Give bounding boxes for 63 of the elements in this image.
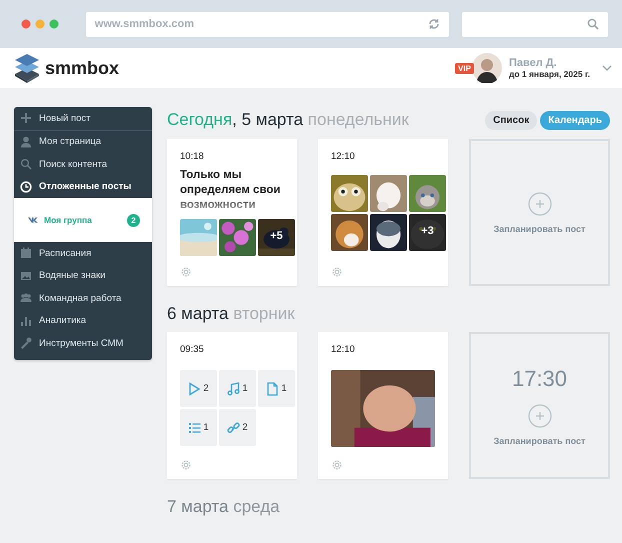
schedule-label: Запланировать пост bbox=[494, 436, 586, 446]
attachment-tile[interactable]: 1 bbox=[219, 370, 256, 407]
settings-icon[interactable] bbox=[331, 459, 343, 471]
search-icon[interactable] bbox=[587, 18, 599, 30]
image-icon bbox=[20, 270, 32, 282]
sidebar-item[interactable]: Инструменты СММ bbox=[14, 332, 152, 354]
chevron-down-icon[interactable] bbox=[602, 65, 612, 71]
people-icon bbox=[20, 292, 32, 304]
post-count-badge: 2 bbox=[127, 214, 140, 226]
more-count: +3 bbox=[420, 225, 435, 237]
post-card[interactable]: 12:10 bbox=[318, 332, 448, 479]
reload-icon[interactable] bbox=[428, 18, 440, 30]
plus-icon bbox=[20, 112, 32, 124]
post-card[interactable]: 12:10 +3 bbox=[318, 139, 448, 286]
sidebar-item[interactable]: Поиск контента bbox=[14, 153, 152, 176]
day-heading: 6 марта вторник bbox=[167, 304, 295, 324]
play-icon bbox=[188, 382, 202, 396]
person-icon bbox=[20, 136, 32, 148]
post-time: 12:10 bbox=[331, 344, 356, 355]
post-time: 10:18 bbox=[180, 151, 205, 162]
settings-icon[interactable] bbox=[180, 266, 192, 278]
bar-chart-icon bbox=[20, 314, 32, 327]
day-heading: 7 марта среда bbox=[167, 497, 280, 517]
attachment-tile[interactable]: 2 bbox=[219, 409, 256, 446]
sidebar-item[interactable]: Расписания bbox=[14, 242, 152, 264]
view-toggle-button[interactable]: Список bbox=[485, 110, 538, 130]
search-icon bbox=[20, 158, 32, 170]
document-icon bbox=[266, 382, 280, 396]
add-icon[interactable] bbox=[528, 404, 552, 428]
attachment-tile[interactable]: 2 bbox=[180, 370, 217, 407]
calendar-icon bbox=[20, 247, 32, 260]
logo-icon[interactable] bbox=[14, 53, 40, 83]
post-card[interactable]: 10:18 Только мы определяем свои возможности +5 bbox=[167, 139, 297, 286]
post-time: 12:10 bbox=[331, 151, 356, 162]
settings-icon[interactable] bbox=[331, 266, 343, 278]
clock-icon bbox=[20, 180, 32, 193]
day-heading: Сегодня, 5 марта понедельник bbox=[167, 110, 409, 130]
more-count: +5 bbox=[269, 230, 284, 242]
music-note-icon bbox=[227, 382, 240, 396]
settings-icon[interactable] bbox=[180, 459, 192, 471]
search-field[interactable] bbox=[462, 12, 608, 36]
post-time: 09:35 bbox=[180, 344, 205, 355]
sidebar-item[interactable]: Аналитика bbox=[14, 310, 152, 332]
subscription-text: до 1 января, 2025 г. bbox=[508, 69, 590, 79]
sidebar-item[interactable]: Новый пост bbox=[14, 107, 152, 130]
add-icon[interactable] bbox=[528, 192, 552, 216]
attachment-tile[interactable]: 1 bbox=[180, 409, 217, 446]
attachment-tile[interactable]: 1 bbox=[258, 370, 295, 407]
post-title: Только мы определяем свои возможности bbox=[180, 168, 282, 213]
slot-time: 17:30 bbox=[512, 366, 568, 392]
link-icon bbox=[227, 420, 240, 434]
vk-icon bbox=[28, 217, 38, 223]
avatar[interactable] bbox=[472, 53, 502, 83]
logo-text[interactable]: smmbox bbox=[45, 58, 120, 78]
sidebar-item[interactable]: Командная работа bbox=[14, 287, 152, 310]
sidebar-item[interactable]: Водяные знаки bbox=[14, 264, 152, 287]
url-text: www.smmbox.com bbox=[94, 18, 194, 30]
sidebar-item[interactable]: Отложенные посты bbox=[14, 176, 152, 198]
schedule-label: Запланировать пост bbox=[494, 224, 586, 234]
vip-badge: VIP bbox=[455, 62, 474, 74]
sidebar-item[interactable]: Моя страница bbox=[14, 130, 152, 153]
post-card[interactable]: 09:35 2 1 1 1 2 bbox=[167, 332, 297, 479]
list-icon bbox=[188, 420, 202, 434]
